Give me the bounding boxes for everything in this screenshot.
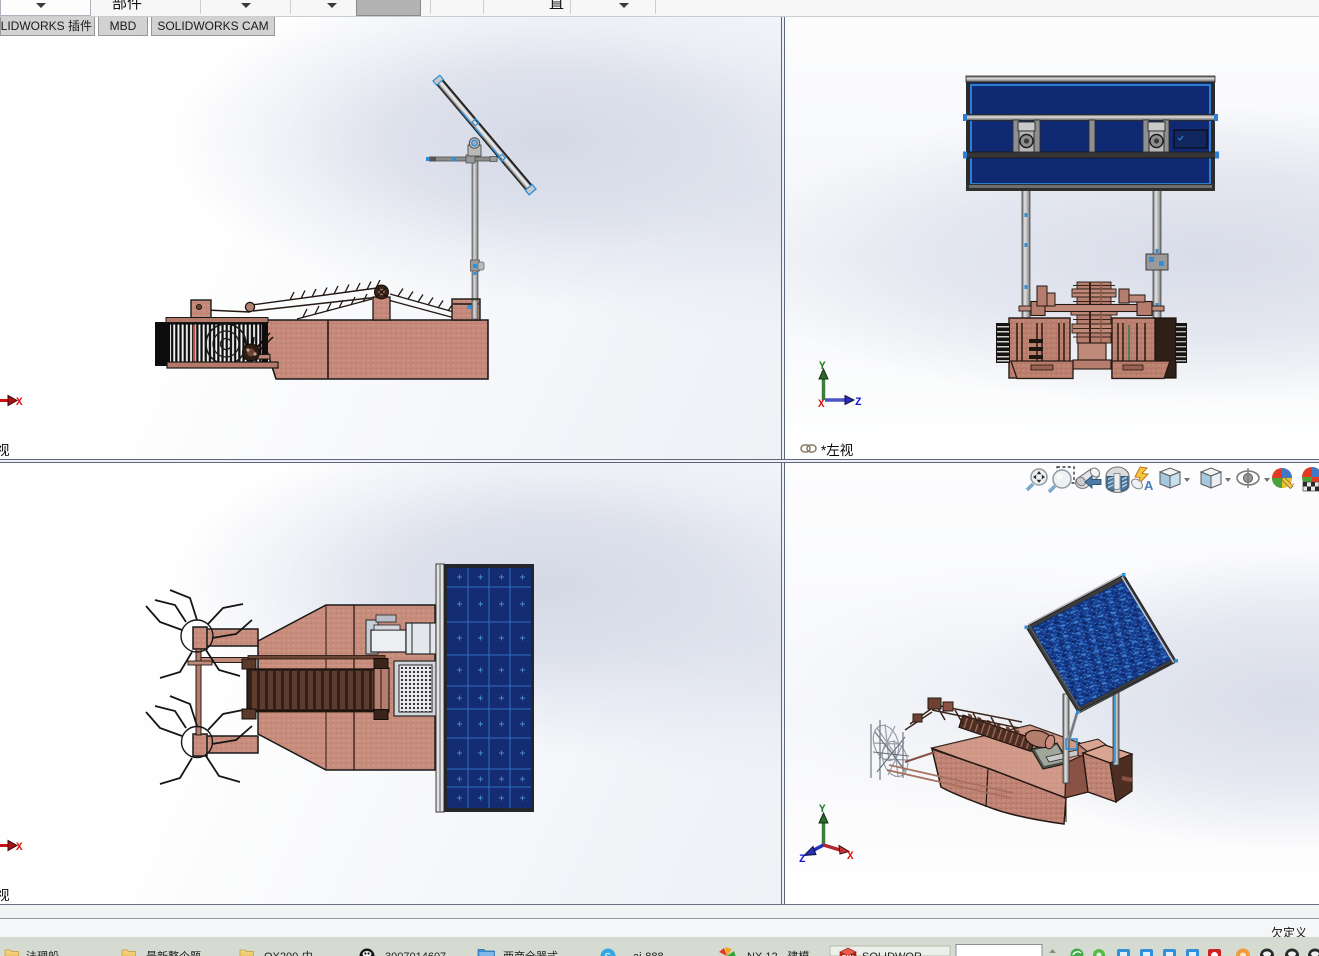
svg-text:X: X	[16, 842, 23, 854]
svg-text:法理船: 法理船	[26, 949, 59, 956]
svg-text:X: X	[16, 397, 23, 409]
svg-text:Y: Y	[819, 361, 826, 373]
svg-text:X: X	[818, 399, 825, 411]
svg-text:Z: Z	[855, 397, 862, 409]
svg-text:3007014607: 3007014607	[385, 951, 446, 956]
svg-text:QX200-中: QX200-中	[264, 950, 313, 956]
svg-text:最新整个题: 最新整个题	[146, 949, 201, 956]
svg-text:X: X	[847, 851, 854, 863]
svg-text:S: S	[605, 952, 612, 956]
svg-text:SOLIDWOR: SOLIDWOR	[862, 951, 922, 956]
svg-text:两商全器式: 两商全器式	[503, 949, 558, 956]
svg-text:Y: Y	[819, 804, 826, 816]
svg-text:视: 视	[0, 888, 10, 903]
svg-text:NX 12 - 建模: NX 12 - 建模	[747, 949, 809, 956]
svg-text:ai-888: ai-888	[633, 951, 664, 956]
svg-text:*左视: *左视	[821, 443, 854, 458]
svg-text:视: 视	[0, 443, 10, 458]
svg-text:Z: Z	[799, 854, 806, 866]
svg-text:A: A	[1144, 478, 1154, 493]
